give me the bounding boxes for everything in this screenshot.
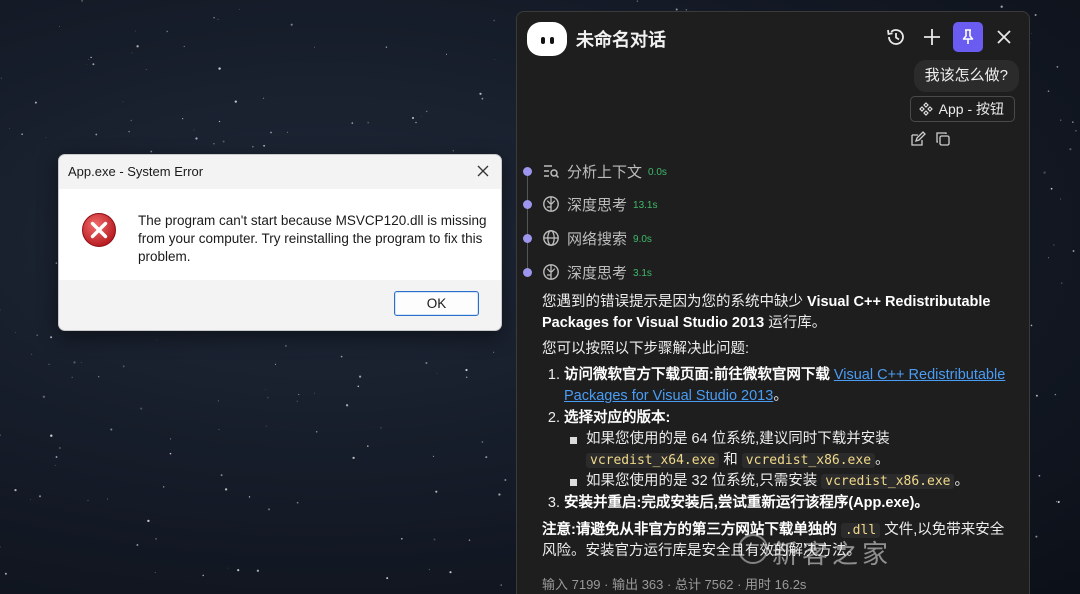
app-chip-label: App - 按钮	[938, 101, 1004, 117]
code-span: vcredist_x86.exe	[821, 474, 955, 489]
item-title: 安装并重启:	[564, 495, 642, 511]
answer-intro: 您遇到的错误提示是因为您的系统中缺少 Visual C++ Redistribu…	[542, 292, 1012, 334]
sub-list-item: 如果您使用的是 32 位系统,只需安装 vcredist_x86.exe。	[568, 471, 1012, 492]
user-message: 我该怎么做?	[913, 60, 1019, 92]
step-time: 3.1s	[633, 268, 652, 279]
item-text: 和	[719, 452, 742, 468]
item-text: 完成安装后,尝试重新运行该程序(App.exe)。	[641, 495, 929, 511]
assistant-answer: 您遇到的错误提示是因为您的系统中缺少 Visual C++ Redistribu…	[542, 292, 1012, 567]
new-chat-button[interactable]	[917, 22, 947, 52]
item-end: 。	[875, 452, 890, 468]
close-panel-button[interactable]	[989, 22, 1019, 52]
step-context-analysis[interactable]: 分析上下文 0.0s	[523, 161, 667, 181]
ok-button[interactable]: OK	[394, 291, 479, 316]
assistant-avatar	[527, 22, 567, 56]
pin-button[interactable]	[953, 22, 983, 52]
sub-list: 如果您使用的是 64 位系统,建议同时下载并安装 vcredist_x64.ex…	[568, 429, 1012, 492]
intro-end: 运行库。	[764, 315, 827, 331]
step-label: 深度思考	[567, 264, 628, 282]
item-title: 访问微软官方下载页面:	[564, 367, 714, 383]
code-span: vcredist_x64.exe	[586, 453, 720, 468]
item-end: 。	[954, 473, 969, 489]
app-context-chip[interactable]: App - 按钮	[909, 96, 1015, 122]
brain-icon	[543, 264, 559, 280]
history-icon	[887, 29, 904, 45]
chat-panel: 未命名对话 我该怎么做? App - 按钮 分析上下文 0.0s 深度思考 13…	[516, 11, 1030, 594]
steps-timeline	[527, 172, 528, 276]
step-time: 9.0s	[633, 234, 652, 245]
dialog-title: App.exe - System Error	[68, 164, 204, 179]
step-label: 网络搜索	[567, 230, 628, 248]
brain-icon	[543, 196, 559, 212]
list-item: 访问微软官方下载页面:前往微软官网下载 Visual C++ Redistrib…	[564, 365, 1012, 407]
error-dialog: App.exe - System Error The program can't…	[58, 154, 502, 331]
edit-icon[interactable]	[910, 131, 926, 147]
code-span: vcredist_x86.exe	[741, 453, 876, 468]
close-icon	[997, 30, 1011, 44]
dialog-body: The program can't start because MSVCP120…	[59, 189, 501, 280]
steps-list: 访问微软官方下载页面:前往微软官网下载 Visual C++ Redistrib…	[564, 365, 1012, 514]
step-time: 13.1s	[633, 200, 658, 211]
timeline-dot	[523, 199, 532, 209]
answer-lead: 您可以按照以下步骤解决此问题:	[542, 341, 750, 357]
token-usage: 输入 7199 · 输出 363 · 总计 7562 · 用时 16.2s	[542, 577, 807, 592]
step-label: 分析上下文	[567, 163, 643, 181]
item-title: 选择对应的版本:	[564, 410, 671, 426]
context-search-icon	[544, 165, 560, 179]
list-item: 安装并重启:完成安装后,尝试重新运行该程序(App.exe)。	[564, 493, 1012, 514]
globe-icon	[543, 230, 559, 246]
pin-icon	[962, 29, 974, 44]
timeline-dot	[523, 267, 532, 277]
plus-icon	[924, 29, 940, 45]
step-deep-think-1[interactable]: 深度思考 13.1s	[523, 194, 657, 214]
dialog-message: The program can't start because MSVCP120…	[138, 213, 487, 264]
copy-icon[interactable]	[935, 131, 951, 147]
conversation-title: 未命名对话	[576, 30, 666, 50]
item-end: 。	[773, 388, 788, 404]
history-button[interactable]	[881, 22, 911, 52]
timeline-dot	[523, 233, 532, 243]
sub-list-item: 如果您使用的是 64 位系统,建议同时下载并安装 vcredist_x64.ex…	[568, 429, 1012, 471]
intro-text: 您遇到的错误提示是因为您的系统中缺少	[542, 294, 808, 310]
app-icon	[918, 102, 933, 116]
error-x-icon	[82, 213, 116, 247]
step-label: 深度思考	[567, 196, 628, 214]
watermark-logo	[738, 534, 768, 564]
item-text: 前往微软官网下载	[713, 367, 834, 383]
list-item: 选择对应的版本: 如果您使用的是 64 位系统,建议同时下载并安装 vcredi…	[564, 408, 1012, 492]
item-text: 如果您使用的是 32 位系统,只需安装	[586, 473, 822, 489]
item-text: 如果您使用的是 64 位系统,建议同时下载并安装	[586, 431, 890, 447]
dialog-titlebar: App.exe - System Error	[59, 155, 501, 189]
close-icon[interactable]	[475, 163, 491, 179]
step-web-search[interactable]: 网络搜索 9.0s	[523, 228, 652, 248]
step-deep-think-2[interactable]: 深度思考 3.1s	[523, 262, 652, 282]
watermark: 新客之家	[772, 539, 893, 569]
panel-header: 未命名对话	[517, 12, 1029, 62]
step-time: 0.0s	[648, 167, 667, 178]
timeline-dot	[523, 166, 532, 176]
